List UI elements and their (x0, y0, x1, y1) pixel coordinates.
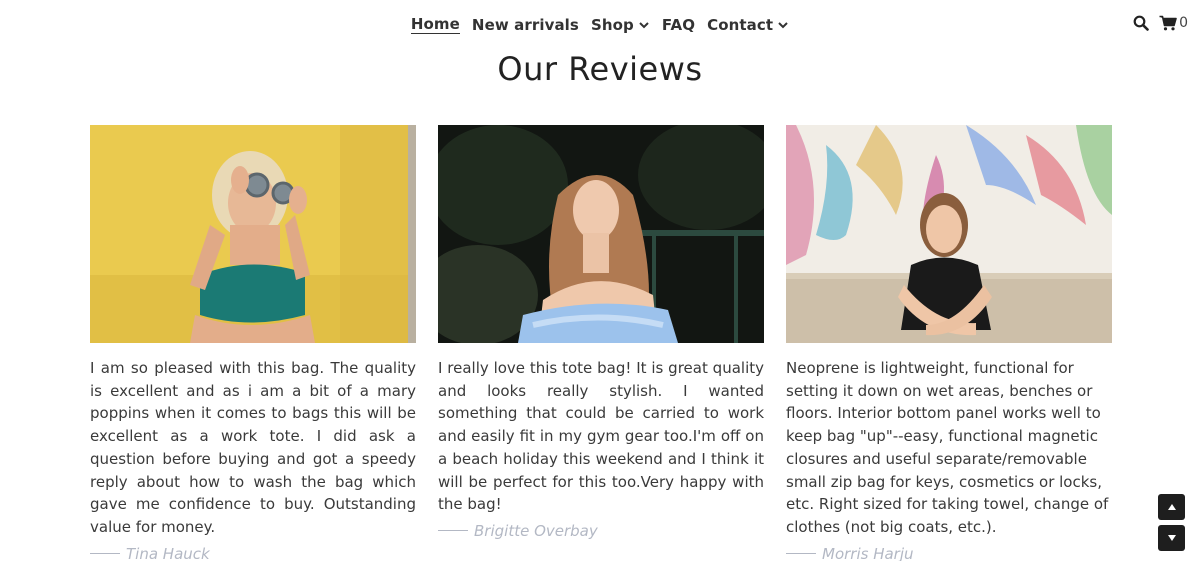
search-button[interactable] (1133, 15, 1149, 31)
review-text: I really love this tote bag! It is great… (438, 359, 764, 514)
nav-item-new-arrivals[interactable]: New arrivals (472, 14, 579, 36)
caret-down-icon (1167, 535, 1176, 541)
nav-item-home[interactable]: Home (410, 14, 460, 34)
reviews-grid: I am so pleased with this bag. The quali… (90, 125, 1112, 561)
nav-item-label: Shop (590, 16, 634, 34)
author-name: Tina Hauck (126, 544, 210, 561)
review-author: Morris Harju (786, 545, 1112, 561)
author-dash (786, 553, 816, 555)
nav-item-label: Contact (707, 16, 774, 34)
scroll-down-button[interactable] (1158, 525, 1185, 551)
nav-item-label: Home (410, 14, 460, 33)
nav-item-contact[interactable]: Contact (707, 14, 789, 36)
cart-icon (1159, 15, 1177, 31)
search-icon (1133, 15, 1149, 31)
cart-button[interactable]: 0 (1159, 15, 1188, 31)
review-author: Brigitte Overbay (438, 522, 764, 540)
nav-item-label: FAQ (661, 16, 696, 34)
review-photo (90, 125, 416, 343)
author-name: Morris Harju (822, 544, 914, 561)
scroll-up-button[interactable] (1158, 494, 1185, 520)
chevron-down-icon (639, 22, 649, 29)
nav-item-label: New arrivals (471, 16, 579, 34)
review-text: Neoprene is lightweight, functional for … (786, 359, 1109, 536)
cart-count: 0 (1179, 15, 1188, 31)
caret-up-icon (1167, 504, 1176, 510)
author-dash (438, 530, 468, 532)
author-name: Brigitte Overbay (474, 521, 598, 540)
nav-item-shop[interactable]: Shop (591, 14, 650, 36)
review-card: I am so pleased with this bag. The quali… (90, 125, 416, 561)
review-author: Tina Hauck (90, 545, 416, 561)
review-card: I really love this tote bag! It is great… (438, 125, 764, 561)
header-actions: 0 (1133, 15, 1188, 31)
review-text: I am so pleased with this bag. The quali… (90, 359, 416, 536)
main-nav: Home New arrivals Shop FAQ Contact (0, 14, 1200, 36)
page-title: Our Reviews (497, 50, 703, 88)
author-dash (90, 553, 120, 555)
review-photo (438, 125, 764, 343)
nav-item-faq[interactable]: FAQ (662, 14, 695, 36)
chevron-down-icon (778, 22, 788, 29)
review-card: Neoprene is lightweight, functional for … (786, 125, 1112, 561)
review-photo (786, 125, 1112, 343)
